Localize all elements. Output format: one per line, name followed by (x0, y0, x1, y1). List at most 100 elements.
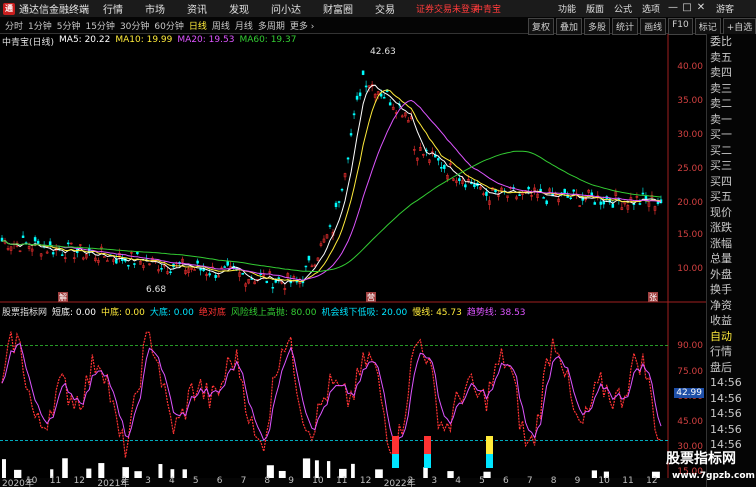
legend-short-bottom: 短底: 0.00 (52, 308, 96, 318)
tag-zhang: 张 (649, 293, 657, 302)
menu-item-market[interactable]: 行情 (103, 1, 123, 16)
close-icon[interactable]: ✕ (694, 1, 708, 15)
candle-body (485, 191, 488, 196)
menu-item-news[interactable]: 资讯 (187, 1, 207, 16)
sidebar-item[interactable]: 卖一 (707, 112, 756, 128)
candle-body (241, 272, 244, 275)
sidebar-item[interactable]: 卖三 (707, 81, 756, 97)
slow-line (1, 331, 662, 460)
period-5min[interactable]: 5分钟 (57, 19, 81, 32)
menu-item-markets[interactable]: 市场 (145, 1, 165, 16)
overlay-button[interactable]: 叠加 (556, 18, 583, 35)
chart-area[interactable]: 42.63 6.68 解 营 张 (0, 34, 706, 478)
sidebar-item[interactable]: 净资 (707, 298, 756, 314)
menu-item-options[interactable]: 选项 (642, 2, 660, 15)
ma60-label: MA60: 19.37 (239, 35, 297, 45)
sidebar-item[interactable]: 卖四 (707, 65, 756, 81)
menu-item-layout[interactable]: 版面 (586, 2, 604, 15)
sidebar-item[interactable]: 买五 (707, 189, 756, 205)
sidebar-item[interactable]: 行情 (707, 344, 756, 360)
minimize-icon[interactable]: — (666, 1, 680, 15)
date-label: 4 (169, 476, 175, 486)
tag-jie: 解 (59, 292, 67, 302)
candle-body (388, 102, 392, 106)
candle-body (572, 189, 575, 192)
sidebar-item[interactable]: 买四 (707, 174, 756, 190)
sidebar-item[interactable]: 外盘 (707, 267, 756, 283)
date-label: 11 (49, 476, 62, 486)
period-tick[interactable]: 分时 (5, 19, 23, 32)
multi-stock-button[interactable]: 多股 (584, 18, 611, 35)
candle-body (226, 261, 229, 266)
watermark: 股票指标网 (666, 451, 736, 467)
period-multi[interactable]: 多周期 (258, 19, 285, 32)
peak-price-label: 42.63 (370, 47, 396, 57)
menu-item-ask[interactable]: 问小达 (271, 1, 301, 16)
sidebar-item[interactable]: 委比 (707, 34, 756, 50)
price-tick: 30.00 (677, 130, 703, 140)
period-15min[interactable]: 15分钟 (85, 19, 114, 32)
mark-button[interactable]: 标记 (694, 18, 721, 35)
indicator-tick: 75.00 (677, 367, 703, 377)
sidebar-item[interactable]: 换手 (707, 282, 756, 298)
period-weekly[interactable]: 周线 (212, 19, 230, 32)
draw-line-button[interactable]: 画线 (640, 18, 667, 35)
sidebar-item[interactable]: 卖五 (707, 50, 756, 66)
menu-item-formula[interactable]: 公式 (614, 2, 632, 15)
system-menu: 功能 版面 公式 选项 (558, 2, 670, 15)
sidebar-item[interactable]: 现价 (707, 205, 756, 221)
candle-body (602, 200, 606, 205)
menu-item-wealth[interactable]: 财富圈 (323, 1, 353, 16)
signal-bar (591, 470, 597, 478)
date-label: 11 (336, 476, 348, 486)
period-daily[interactable]: 日线 (189, 19, 207, 32)
period-60min[interactable]: 60分钟 (154, 19, 183, 32)
candle-body (458, 178, 461, 181)
date-label: 8 (550, 476, 557, 486)
sidebar-item[interactable]: 涨幅 (707, 236, 756, 252)
menu-item-discover[interactable]: 发现 (229, 1, 249, 16)
date-label: 9 (574, 476, 581, 486)
period-monthly[interactable]: 月线 (235, 19, 253, 32)
menu-item-function[interactable]: 功能 (558, 2, 576, 15)
period-30min[interactable]: 30分钟 (120, 19, 149, 32)
signal-bar (302, 458, 311, 478)
candle-body (103, 256, 106, 258)
adjust-button[interactable]: 复权 (528, 18, 555, 35)
login-notice[interactable]: 证券交易未登录 (416, 2, 479, 15)
date-label: 6 (503, 476, 509, 486)
sidebar-item[interactable]: 自动 (707, 329, 756, 345)
sidebar-item[interactable]: 买一 (707, 127, 756, 143)
candle-body (36, 240, 40, 244)
chart-canvas[interactable]: 42.63 6.68 解 营 张 (0, 34, 706, 478)
period-1min[interactable]: 1分钟 (28, 19, 52, 32)
quote-sidebar: 委比 卖五 卖四 卖三 卖二 卖一 买一 买二 买三 买四 买五 现价 涨跌 涨… (706, 34, 756, 487)
period-more[interactable]: 更多 › (290, 19, 314, 32)
guest-label[interactable]: 游客 (716, 2, 734, 15)
candle-body (106, 260, 109, 262)
sidebar-item[interactable]: 买二 (707, 143, 756, 159)
f10-button[interactable]: F10 (668, 18, 693, 35)
candle-body (641, 192, 645, 195)
maximize-icon[interactable]: □ (680, 1, 694, 15)
candle-body (48, 241, 52, 246)
sidebar-item[interactable]: 盘后 (707, 360, 756, 376)
sidebar-item[interactable]: 涨跌 (707, 220, 756, 236)
date-label: 2 (407, 476, 414, 486)
signal-bar (423, 467, 428, 478)
sidebar-item[interactable]: 收益 (707, 313, 756, 329)
candle-body (361, 70, 365, 75)
ma5-line (1, 84, 662, 285)
sidebar-item[interactable]: 买三 (707, 158, 756, 174)
sidebar-item[interactable]: 总量 (707, 251, 756, 267)
date-label: 10 (312, 476, 324, 486)
sidebar-item[interactable]: 卖二 (707, 96, 756, 112)
date-label: 2 (121, 476, 128, 486)
stats-button[interactable]: 统计 (612, 18, 639, 35)
add-watchlist-button[interactable]: +自选 (722, 18, 756, 35)
candle-body (473, 184, 476, 187)
candle-body (346, 157, 350, 160)
date-label: 8 (264, 476, 271, 486)
menu-item-trade[interactable]: 交易 (375, 1, 395, 16)
signal-bar (375, 469, 383, 478)
